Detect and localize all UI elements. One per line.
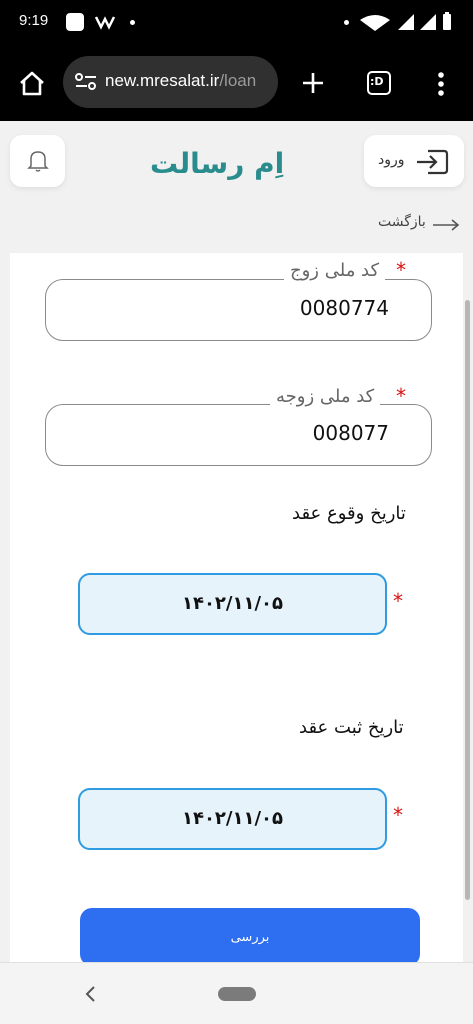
signal-secondary-icon bbox=[420, 14, 436, 30]
status-time: 9:19 bbox=[19, 12, 49, 29]
url-host: new.mresalat.ir bbox=[105, 71, 220, 90]
check-button[interactable]: بررسی bbox=[80, 908, 420, 966]
required-mark: * bbox=[396, 384, 406, 408]
site-logo[interactable]: اِم رسالت bbox=[150, 147, 284, 180]
login-icon bbox=[417, 149, 449, 175]
husband-national-id-label: کد ملی زوج bbox=[284, 260, 386, 281]
wife-national-id-label: کد ملی زوجه bbox=[270, 386, 381, 407]
registration-date-picker[interactable]: ۱۴۰۲/۱۱/۰۵ bbox=[78, 788, 387, 850]
status-bar: 9:19 bbox=[0, 0, 473, 44]
url-path: /loan bbox=[219, 71, 257, 90]
new-tab-icon[interactable] bbox=[302, 72, 324, 94]
nav-back-icon[interactable] bbox=[84, 985, 96, 1003]
browser-toolbar: new.mresalat.ir/loan :D bbox=[0, 44, 473, 121]
marriage-date-picker[interactable]: ۱۴۰۲/۱۱/۰۵ bbox=[78, 573, 387, 635]
marriage-date-title: تاریخ وقوع عقد bbox=[292, 503, 406, 524]
wifi-icon bbox=[360, 15, 390, 31]
address-bar[interactable]: new.mresalat.ir/loan bbox=[63, 56, 278, 108]
url-text[interactable]: new.mresalat.ir/loan bbox=[105, 71, 256, 91]
scrollbar[interactable] bbox=[465, 300, 470, 900]
notifications-button[interactable] bbox=[10, 135, 65, 187]
more-notifications-dot-icon bbox=[130, 20, 135, 25]
husband-national-id-field[interactable] bbox=[45, 279, 432, 341]
wife-national-id-field[interactable] bbox=[45, 404, 432, 466]
system-nav-bar bbox=[0, 962, 473, 1024]
marriage-date-value: ۱۴۰۲/۱۱/۰۵ bbox=[181, 593, 284, 614]
wife-national-id-input[interactable] bbox=[139, 421, 389, 445]
signal-icon bbox=[398, 14, 414, 30]
site-header: اِم رسالت ورود bbox=[0, 121, 473, 206]
required-mark: * bbox=[393, 803, 403, 827]
registration-date-value: ۱۴۰۲/۱۱/۰۵ bbox=[181, 808, 284, 829]
site-settings-icon[interactable] bbox=[75, 73, 97, 91]
nav-home-pill[interactable] bbox=[218, 987, 256, 1001]
registration-date-title: تاریخ ثبت عقد bbox=[299, 717, 404, 738]
battery-icon bbox=[443, 12, 451, 30]
arrow-right-icon[interactable] bbox=[432, 218, 460, 232]
required-mark: * bbox=[396, 258, 406, 282]
status-dot-icon bbox=[344, 20, 349, 25]
required-mark: * bbox=[393, 589, 403, 613]
login-label: ورود bbox=[378, 152, 405, 168]
login-button[interactable]: ورود bbox=[364, 135, 464, 187]
app-notification-icon bbox=[66, 13, 84, 31]
tab-switcher-button[interactable]: :D bbox=[367, 71, 391, 95]
husband-national-id-input[interactable] bbox=[139, 296, 389, 320]
messenger-notification-icon bbox=[94, 16, 116, 30]
more-menu-icon[interactable] bbox=[437, 71, 445, 97]
bell-icon bbox=[27, 151, 49, 172]
tab-count: :D bbox=[370, 75, 384, 88]
home-icon[interactable] bbox=[18, 70, 46, 96]
back-link[interactable]: بازگشت bbox=[378, 214, 426, 230]
